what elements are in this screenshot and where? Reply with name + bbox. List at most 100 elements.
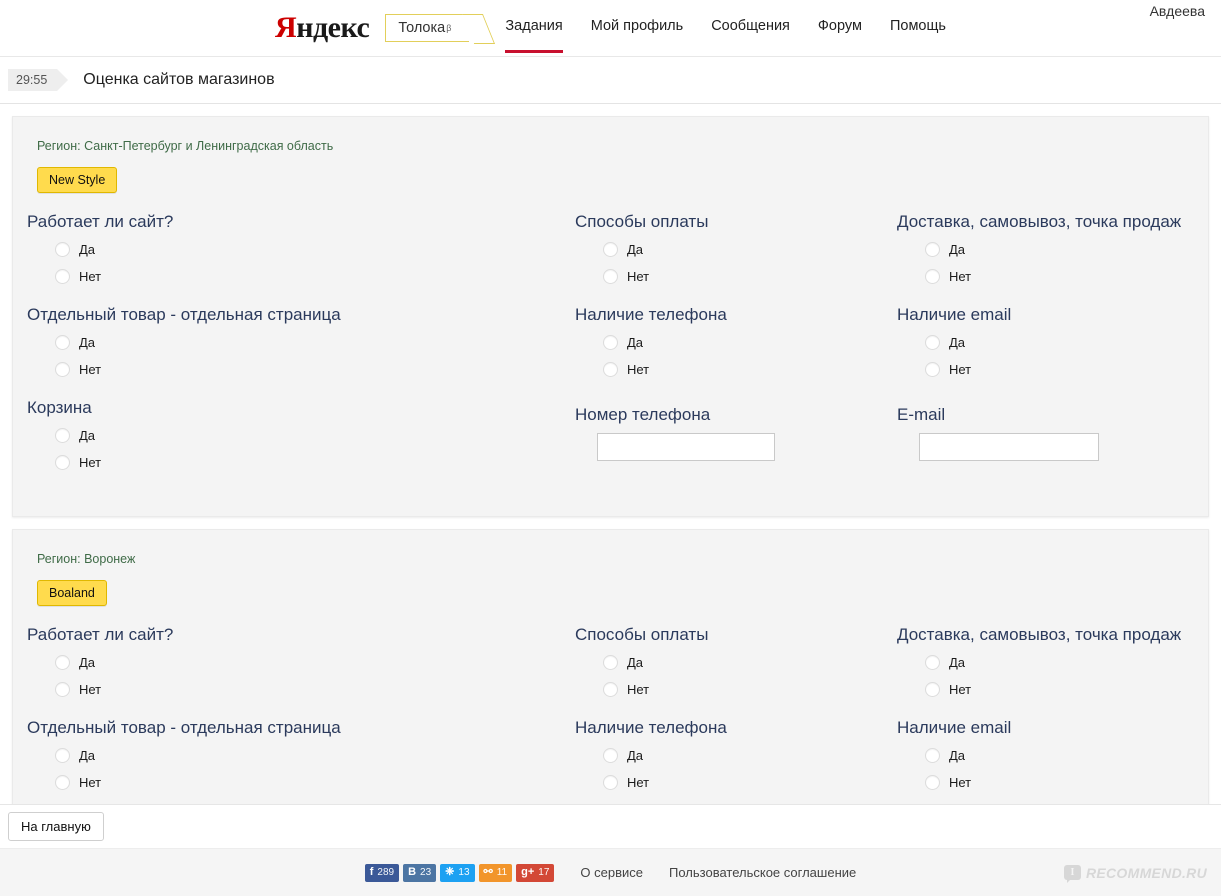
radio-icon[interactable]: [603, 682, 618, 698]
radio-option-yes[interactable]: Да: [897, 236, 1194, 263]
radio-icon[interactable]: [55, 269, 70, 285]
watermark-text: RECOMMEND.RU: [1085, 864, 1207, 881]
radio-option-yes[interactable]: Да: [575, 649, 897, 676]
go-home-button[interactable]: На главную: [8, 812, 104, 841]
radio-icon[interactable]: [603, 242, 618, 258]
footer-link-terms[interactable]: Пользовательское соглашение: [669, 865, 856, 880]
radio-icon[interactable]: [603, 775, 618, 791]
radio-icon[interactable]: [603, 362, 618, 378]
radio-option-no[interactable]: Нет: [27, 356, 575, 383]
radio-option-yes[interactable]: Да: [27, 742, 575, 769]
radio-option-no[interactable]: Нет: [897, 263, 1194, 290]
radio-icon[interactable]: [925, 748, 940, 764]
radio-option-no[interactable]: Нет: [897, 676, 1194, 703]
radio-option-yes[interactable]: Да: [897, 649, 1194, 676]
site-link-button[interactable]: Boaland: [37, 580, 107, 607]
radio-icon[interactable]: [925, 242, 940, 258]
radio-option-no[interactable]: Нет: [27, 676, 575, 703]
yandex-logo[interactable]: Яндекс: [275, 13, 370, 43]
toloka-beta-sup: β: [446, 23, 452, 33]
question-title: Способы оплаты: [575, 625, 709, 645]
radio-option-no[interactable]: Нет: [27, 769, 575, 796]
question-group: Наличие email Да Нет: [897, 304, 1194, 383]
radio-icon[interactable]: [55, 428, 70, 444]
radio-icon[interactable]: [925, 269, 940, 285]
nav-item-profile[interactable]: Мой профиль: [591, 18, 683, 53]
radio-option-no[interactable]: Нет: [897, 356, 1194, 383]
toloka-product-tag[interactable]: Толока β: [385, 14, 470, 42]
question-group: Отдельный товар - отдельная страница Да …: [27, 304, 575, 383]
radio-option-yes[interactable]: Да: [27, 236, 575, 263]
radio-option-label: Да: [79, 748, 96, 764]
nav-item-messages[interactable]: Сообщения: [711, 18, 790, 53]
radio-icon[interactable]: [55, 455, 70, 471]
radio-option-label: Нет: [949, 362, 972, 378]
radio-option-no[interactable]: Нет: [27, 449, 575, 476]
question-title: Способы оплаты: [575, 212, 709, 231]
radio-icon[interactable]: [603, 655, 618, 671]
radio-icon[interactable]: [925, 682, 940, 698]
header-nav-links: Задания Мой профиль Сообщения Форум Помо…: [505, 18, 946, 53]
radio-option-label: Да: [627, 748, 644, 764]
radio-icon[interactable]: [55, 775, 70, 791]
radio-option-label: Нет: [79, 775, 102, 791]
nav-item-forum[interactable]: Форум: [818, 18, 862, 53]
share-odnoklassniki-button[interactable]: ⚯ 11: [478, 863, 513, 882]
radio-option-no[interactable]: Нет: [575, 263, 897, 290]
odnoklassniki-icon: ⚯: [483, 866, 493, 878]
radio-option-yes[interactable]: Да: [27, 422, 575, 449]
radio-icon[interactable]: [55, 748, 70, 764]
radio-option-label: Да: [949, 655, 966, 671]
radio-option-yes[interactable]: Да: [575, 742, 897, 769]
radio-option-yes[interactable]: Да: [897, 329, 1194, 356]
email-input[interactable]: [919, 433, 1099, 462]
footer-link-about[interactable]: О сервисе: [580, 865, 643, 880]
radio-option-no[interactable]: Нет: [575, 356, 897, 383]
task-timer: 29:55: [8, 69, 69, 91]
radio-icon[interactable]: [603, 335, 618, 351]
radio-option-yes[interactable]: Да: [575, 236, 897, 263]
radio-icon[interactable]: [603, 748, 618, 764]
radio-icon[interactable]: [55, 362, 70, 378]
radio-icon[interactable]: [603, 269, 618, 285]
user-account-name[interactable]: Авдеева: [1150, 3, 1205, 19]
radio-icon[interactable]: [925, 335, 940, 351]
field-label: Номер телефона: [575, 405, 711, 425]
radio-icon[interactable]: [55, 335, 70, 351]
nav-item-help[interactable]: Помощь: [890, 18, 946, 53]
radio-option-label: Да: [949, 748, 966, 764]
share-facebook-button[interactable]: f 289: [364, 863, 400, 882]
radio-icon[interactable]: [925, 775, 940, 791]
question-group: Доставка, самовывоз, точка продаж Да Нет: [897, 624, 1194, 703]
radio-icon[interactable]: [925, 362, 940, 378]
radio-option-yes[interactable]: Да: [27, 329, 575, 356]
nav-item-tasks[interactable]: Задания: [505, 18, 564, 53]
share-googleplus-button[interactable]: g+ 17: [516, 863, 555, 882]
site-link-button[interactable]: New Style: [37, 167, 118, 193]
radio-option-no[interactable]: Нет: [575, 769, 897, 796]
share-twitter-button[interactable]: ❈ 13: [440, 863, 475, 882]
question-title: Отдельный товар - отдельная страница: [27, 718, 341, 738]
radio-icon[interactable]: [925, 655, 940, 671]
radio-icon[interactable]: [55, 682, 70, 698]
share-count: 23: [420, 867, 432, 878]
radio-option-yes[interactable]: Да: [27, 649, 575, 676]
radio-icon[interactable]: [55, 242, 70, 258]
radio-option-no[interactable]: Нет: [575, 676, 897, 703]
task-header-bar: 29:55 Оценка сайтов магазинов: [0, 57, 1221, 104]
radio-option-yes[interactable]: Да: [897, 742, 1194, 769]
question-group: Корзина Да Нет: [27, 397, 575, 476]
share-count: 11: [496, 867, 508, 878]
question-group: Работает ли сайт? Да Нет: [27, 624, 575, 703]
radio-option-label: Нет: [627, 775, 650, 791]
radio-icon[interactable]: [55, 655, 70, 671]
radio-option-no[interactable]: Нет: [897, 769, 1194, 796]
share-vkontakte-button[interactable]: B 23: [403, 863, 437, 882]
radio-option-yes[interactable]: Да: [575, 329, 897, 356]
radio-option-no[interactable]: Нет: [27, 263, 575, 290]
facebook-icon: f: [369, 866, 374, 878]
question-title: Работает ли сайт?: [27, 212, 174, 231]
question-group: Наличие телефона Да Нет: [575, 304, 897, 383]
top-header: Яндекс Толока β Задания Мой профиль Сообщ…: [0, 0, 1221, 57]
phone-number-input[interactable]: [597, 433, 775, 462]
